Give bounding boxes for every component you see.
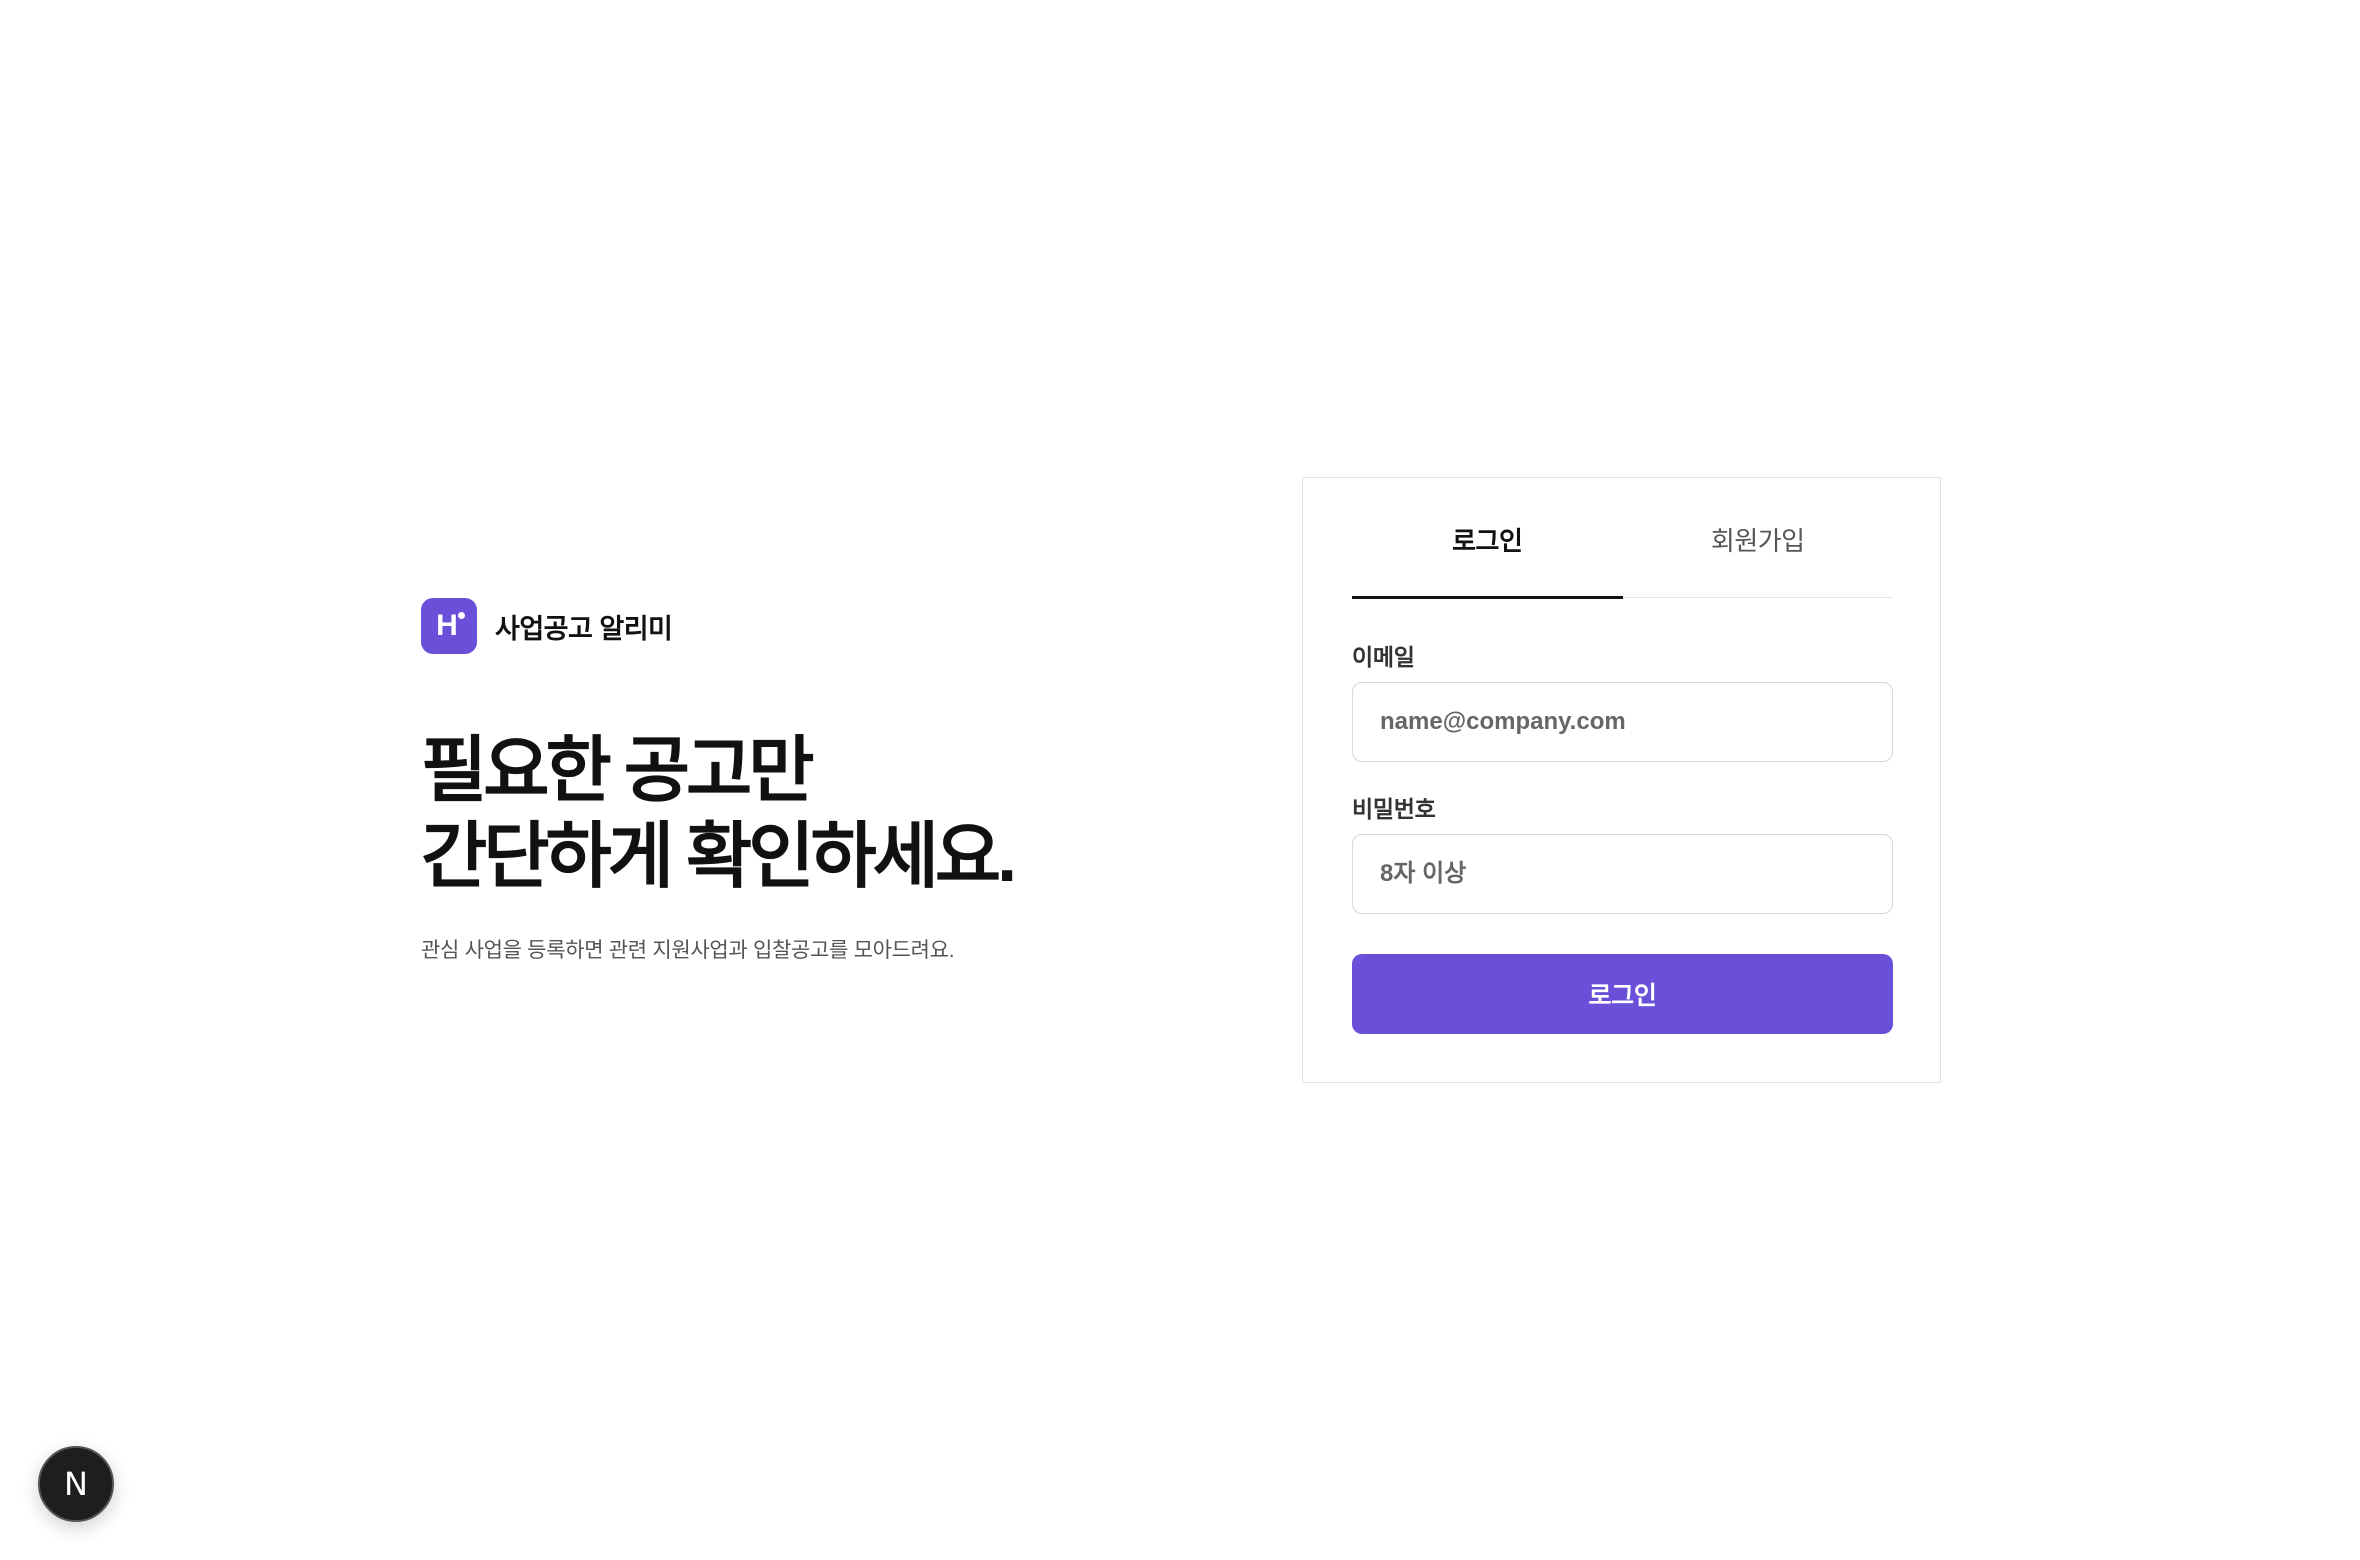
headline: 필요한 공고만 간단하게 확인하세요. — [421, 728, 1121, 900]
auth-card: 로그인 회원가입 이메일 비밀번호 로그인 — [1302, 477, 1941, 1083]
hero-subtitle: 관심 사업을 등록하면 관련 지원사업과 입찰공고를 모아드려요. — [421, 939, 955, 962]
brand-logo-letter: H — [436, 609, 458, 642]
login-button[interactable]: 로그인 — [1352, 954, 1893, 1034]
headline-line-1: 필요한 공고만 — [421, 731, 814, 811]
brand: H 사업공고 알리미 — [421, 598, 1121, 654]
hero-section: H 사업공고 알리미 필요한 공고만 간단하게 확인하세요. 관심 사업을 등록… — [421, 598, 1121, 964]
login-page: H 사업공고 알리미 필요한 공고만 간단하게 확인하세요. 관심 사업을 등록… — [0, 0, 2360, 1560]
email-field[interactable] — [1352, 682, 1893, 762]
email-label: 이메일 — [1352, 644, 1415, 670]
password-label: 비밀번호 — [1352, 796, 1436, 822]
nextjs-dev-badge[interactable]: N — [38, 1446, 114, 1522]
brand-logo-icon: H — [421, 598, 477, 654]
password-field[interactable] — [1352, 834, 1893, 914]
brand-logo-dot — [458, 612, 465, 619]
auth-tabs: 로그인 회원가입 — [1352, 478, 1894, 599]
tab-signup[interactable]: 회원가입 — [1623, 478, 1894, 597]
tab-login[interactable]: 로그인 — [1352, 478, 1623, 599]
brand-name: 사업공고 알리미 — [495, 613, 673, 644]
nextjs-icon: N — [64, 1465, 88, 1503]
headline-line-2: 간단하게 확인하세요. — [421, 817, 1017, 897]
